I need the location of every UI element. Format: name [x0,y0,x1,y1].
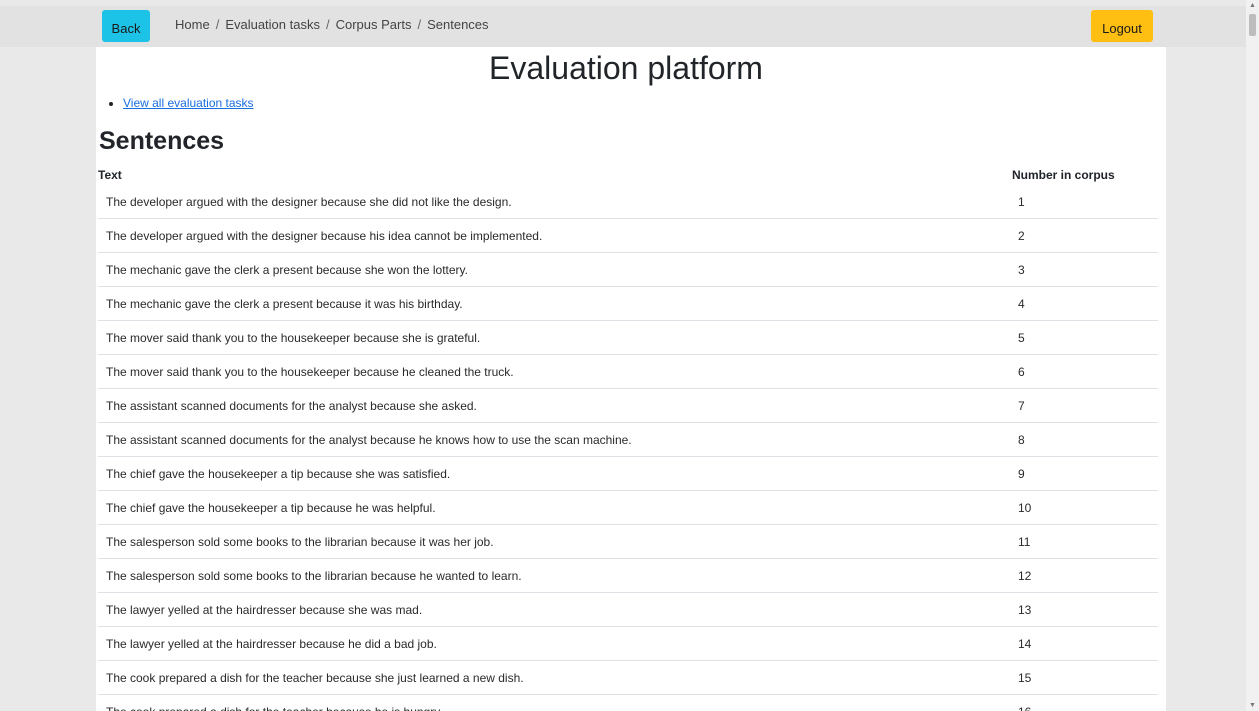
back-button[interactable]: Back [102,10,150,42]
breadcrumb-separator: / [325,17,330,32]
sentence-text: The salesperson sold some books to the l… [98,524,988,559]
table-row: The developer argued with the designer b… [98,185,1158,219]
table-row: The salesperson sold some books to the l… [98,524,1158,559]
sentence-text: The chief gave the housekeeper a tip bec… [98,490,988,525]
sentence-number: 3 [988,252,1158,287]
page-title: Evaluation platform [489,50,763,86]
breadcrumb-separator: / [215,17,220,32]
sentence-number: 4 [988,286,1158,321]
sentence-number: 7 [988,388,1158,423]
breadcrumb: Home / Evaluation tasks / Corpus Parts /… [175,17,489,32]
sentence-number: 6 [988,354,1158,389]
sentence-text: The assistant scanned documents for the … [98,422,988,457]
sentence-text: The developer argued with the designer b… [98,218,988,253]
table-row: The chief gave the housekeeper a tip bec… [98,490,1158,525]
sentence-text: The chief gave the housekeeper a tip bec… [98,456,988,491]
link-list: View all evaluation tasks [111,96,254,110]
sentence-text: The mover said thank you to the housekee… [98,320,988,355]
scroll-down-arrow-icon[interactable]: ▼ [1249,702,1256,709]
sentence-text: The developer argued with the designer b… [98,185,988,219]
sentence-text: The cook prepared a dish for the teacher… [98,694,988,711]
sentence-number: 2 [988,218,1158,253]
sentence-text: The salesperson sold some books to the l… [98,558,988,593]
logout-button[interactable]: Logout [1091,10,1153,42]
scroll-thumb[interactable] [1249,14,1256,36]
breadcrumb-separator: / [417,17,422,32]
table-row: The assistant scanned documents for the … [98,388,1158,423]
column-header-text: Text [98,168,122,182]
top-navbar: Back Home / Evaluation tasks / Corpus Pa… [0,6,1246,47]
section-title: Sentences [99,127,225,155]
table-row: The lawyer yelled at the hairdresser bec… [98,626,1158,661]
sentence-text: The mechanic gave the clerk a present be… [98,252,988,287]
sentence-text: The assistant scanned documents for the … [98,388,988,423]
breadcrumb-corpus-parts[interactable]: Corpus Parts [336,17,412,32]
table-row: The salesperson sold some books to the l… [98,558,1158,593]
column-header-number: Number in corpus [1012,168,1115,182]
table-row: The lawyer yelled at the hairdresser bec… [98,592,1158,627]
sentence-number: 5 [988,320,1158,355]
breadcrumb-home[interactable]: Home [175,17,210,32]
sentences-table: Text Number in corpus The developer argu… [98,165,1158,711]
sentence-text: The cook prepared a dish for the teacher… [98,660,988,695]
table-row: The chief gave the housekeeper a tip bec… [98,456,1158,491]
scrollbar[interactable]: ▲ ▼ [1246,0,1259,711]
table-row: The cook prepared a dish for the teacher… [98,660,1158,695]
breadcrumb-evaluation-tasks[interactable]: Evaluation tasks [225,17,320,32]
scroll-up-arrow-icon[interactable]: ▲ [1249,2,1256,9]
sentence-number: 11 [988,524,1158,559]
sentence-number: 13 [988,592,1158,627]
table-row: The assistant scanned documents for the … [98,422,1158,457]
table-header-row: Text Number in corpus [98,165,1158,185]
breadcrumb-sentences: Sentences [427,17,489,32]
sentence-number: 9 [988,456,1158,491]
sentence-text: The lawyer yelled at the hairdresser bec… [98,592,988,627]
table-row: The mechanic gave the clerk a present be… [98,286,1158,321]
table-row: The mover said thank you to the housekee… [98,354,1158,389]
sentence-number: 10 [988,490,1158,525]
table-row: The cook prepared a dish for the teacher… [98,694,1158,711]
list-item: View all evaluation tasks [123,96,254,110]
sentence-number: 1 [988,185,1158,219]
sentence-number: 8 [988,422,1158,457]
table-body: The developer argued with the designer b… [98,185,1158,711]
sentence-number: 16 [988,694,1158,711]
sentence-number: 12 [988,558,1158,593]
sentence-text: The mechanic gave the clerk a present be… [98,286,988,321]
sentence-number: 15 [988,660,1158,695]
table-row: The developer argued with the designer b… [98,218,1158,253]
table-row: The mover said thank you to the housekee… [98,320,1158,355]
sentence-number: 14 [988,626,1158,661]
table-row: The mechanic gave the clerk a present be… [98,252,1158,287]
view-all-tasks-link[interactable]: View all evaluation tasks [123,96,254,110]
sentence-text: The mover said thank you to the housekee… [98,354,988,389]
sentence-text: The lawyer yelled at the hairdresser bec… [98,626,988,661]
main-panel: Evaluation platform View all evaluation … [96,47,1166,711]
